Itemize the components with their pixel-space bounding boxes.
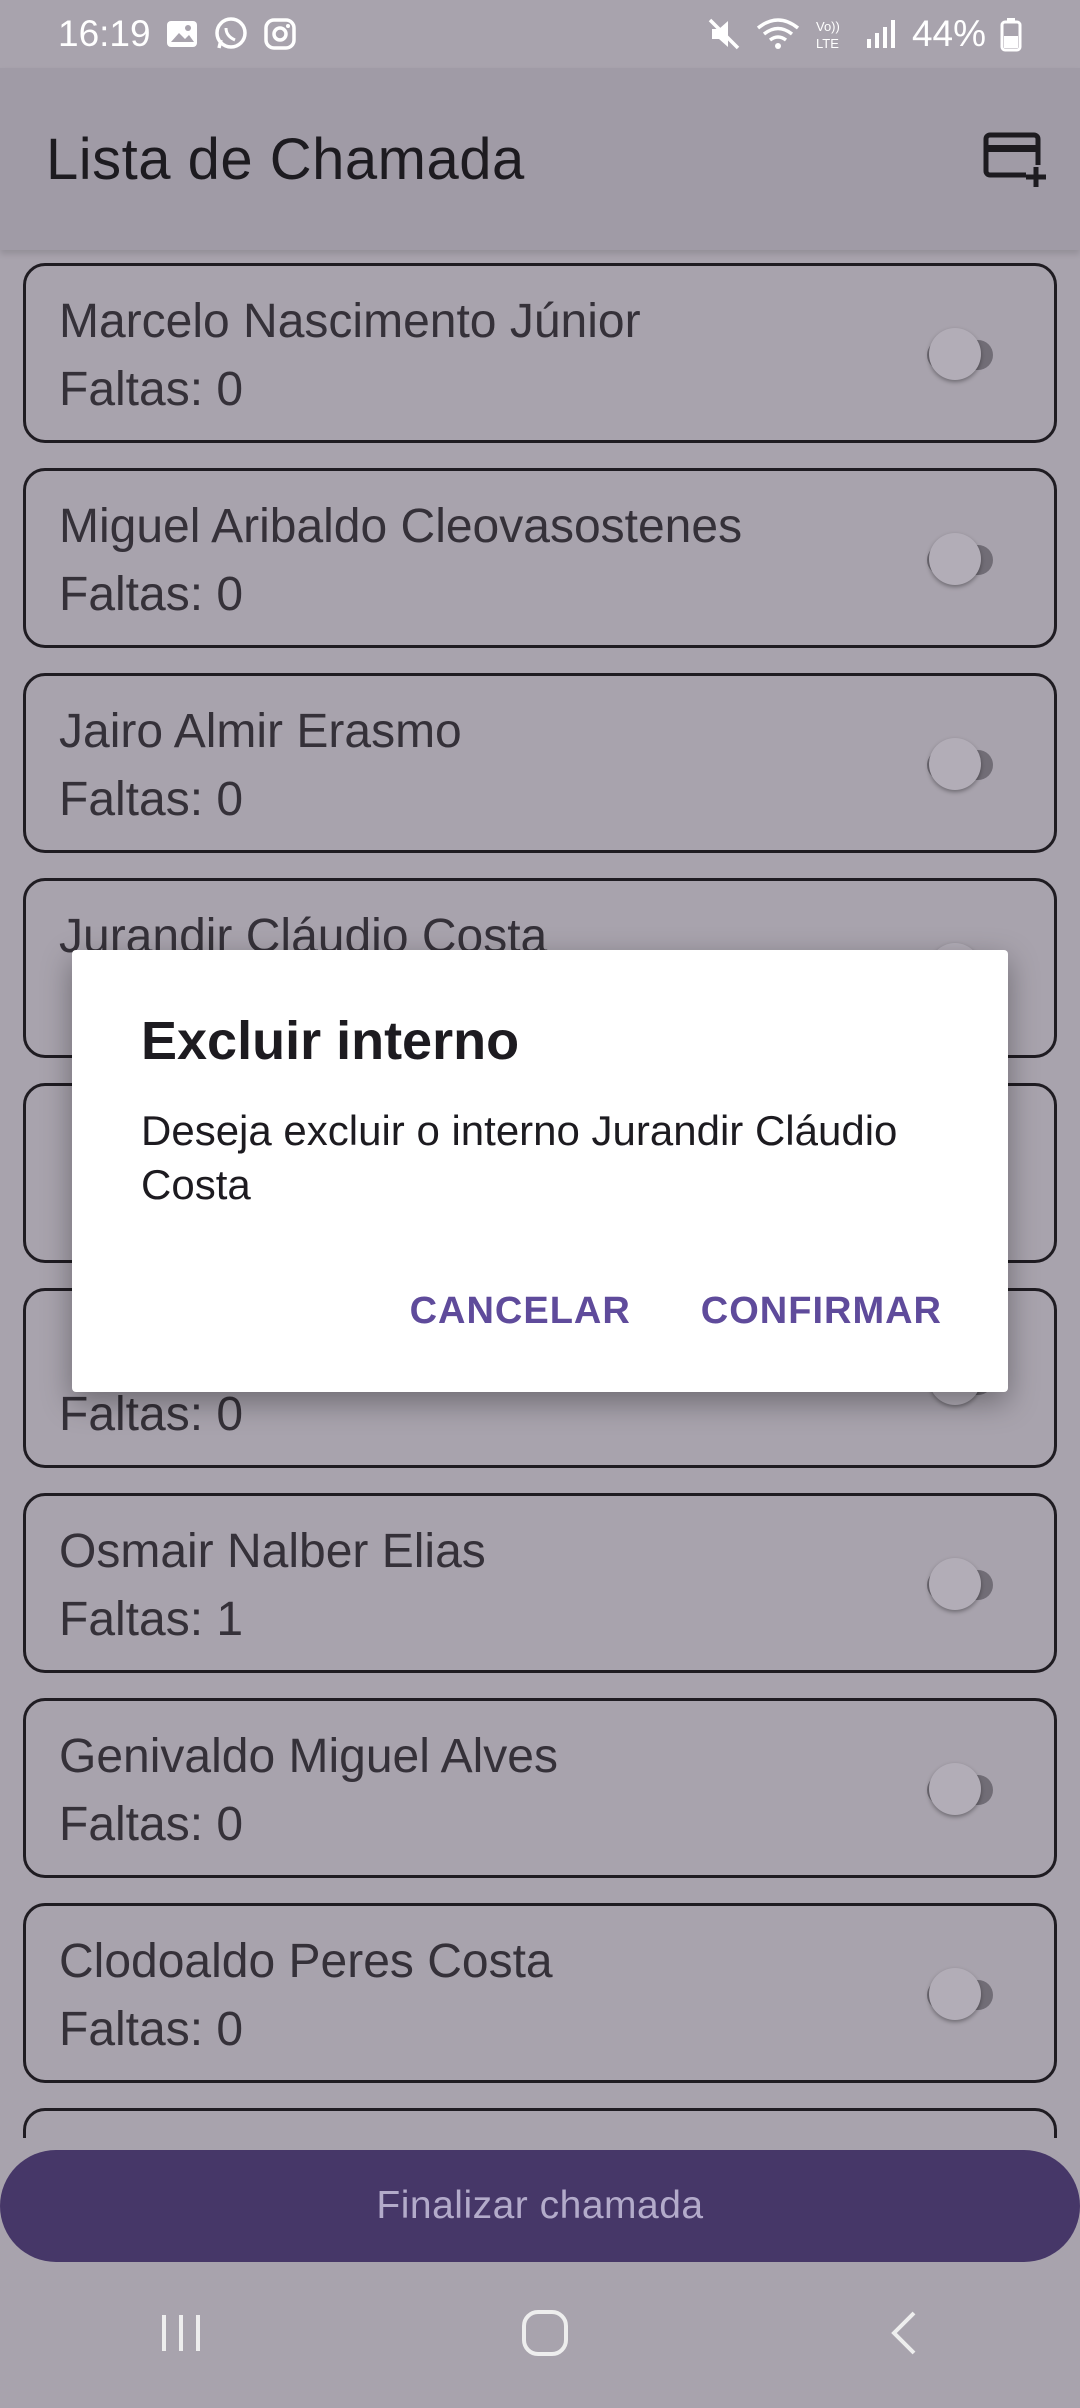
student-name: Jairo Almir Erasmo <box>59 705 462 758</box>
student-name: Marcelo Nascimento Júnior <box>59 295 641 348</box>
instagram-icon <box>263 17 297 51</box>
absence-count: Faltas: 0 <box>59 363 244 416</box>
signal-icon <box>864 17 898 51</box>
presence-toggle[interactable] <box>901 527 1021 591</box>
status-right: Vo)) LTE 44% <box>706 13 1022 55</box>
dialog-title: Excluir interno <box>141 1011 520 1071</box>
back-icon[interactable] <box>884 2307 924 2364</box>
whatsapp-icon <box>213 16 249 52</box>
student-name: Clodoaldo Peres Costa <box>59 1935 553 1988</box>
list-item[interactable]: Jairo Almir Erasmo Faltas: 0 <box>23 673 1057 853</box>
dialog-message: Deseja excluir o interno Jurandir Cláudi… <box>141 1107 898 1208</box>
battery-percentage: 44% <box>911 13 986 54</box>
svg-text:LTE: LTE <box>816 36 839 51</box>
status-left: 16:19 <box>58 13 297 55</box>
recent-apps-icon[interactable] <box>156 2309 206 2362</box>
add-card-button[interactable] <box>980 130 1050 190</box>
status-bar: 16:19 Vo)) LTE 44% <box>0 0 1080 68</box>
presence-toggle[interactable] <box>901 1757 1021 1821</box>
add-card-icon <box>983 132 1046 187</box>
delete-confirmation-dialog: Excluir interno Deseja excluir o interno… <box>72 950 1008 1392</box>
dialog-actions: CANCELAR CONFIRMAR <box>410 1290 942 1333</box>
presence-toggle[interactable] <box>901 732 1021 796</box>
home-icon[interactable] <box>519 2307 571 2364</box>
absence-count: Faltas: 0 <box>59 1388 244 1441</box>
absence-count: Faltas: 1 <box>59 1593 244 1646</box>
list-item[interactable]: Miguel Aribaldo Cleovasostenes Faltas: 0 <box>23 468 1057 648</box>
student-name: Osmair Nalber Elias <box>59 1525 486 1578</box>
finish-attendance-button[interactable]: Finalizar chamada <box>0 2150 1080 2262</box>
presence-toggle[interactable] <box>901 1962 1021 2026</box>
toggle-thumb <box>929 1763 981 1815</box>
student-name: Genivaldo Miguel Alves <box>59 1730 558 1783</box>
toggle-thumb <box>929 1968 981 2020</box>
absence-count: Faltas: 0 <box>59 2003 244 2056</box>
svg-text:Vo)): Vo)) <box>816 19 840 34</box>
app-bar: Lista de Chamada <box>0 68 1080 250</box>
cancel-button[interactable]: CANCELAR <box>410 1290 631 1333</box>
toggle-thumb <box>929 738 981 790</box>
absence-count: Faltas: 0 <box>59 773 244 826</box>
absence-count: Faltas: 0 <box>59 568 244 621</box>
mute-icon <box>706 16 742 52</box>
toggle-thumb <box>929 328 981 380</box>
system-nav-bar <box>0 2262 1080 2408</box>
image-icon <box>165 17 199 51</box>
toggle-thumb <box>929 533 981 585</box>
list-item[interactable]: Clodoaldo Peres Costa Faltas: 0 <box>23 1903 1057 2083</box>
list-item[interactable]: Genivaldo Miguel Alves Faltas: 0 <box>23 1698 1057 1878</box>
list-item[interactable]: Osmair Nalber Elias Faltas: 1 <box>23 1493 1057 1673</box>
volte-icon: Vo)) LTE <box>814 16 850 52</box>
toggle-thumb <box>929 1558 981 1610</box>
page-title: Lista de Chamada <box>46 127 525 192</box>
presence-toggle[interactable] <box>901 322 1021 386</box>
wifi-icon <box>756 16 800 52</box>
list-item[interactable]: Marcelo Nascimento Júnior Faltas: 0 <box>23 263 1057 443</box>
battery-icon <box>1000 16 1022 52</box>
presence-toggle[interactable] <box>901 1552 1021 1616</box>
absence-count: Faltas: 0 <box>59 1798 244 1851</box>
student-name: Miguel Aribaldo Cleovasostenes <box>59 500 743 553</box>
confirm-button[interactable]: CONFIRMAR <box>701 1290 942 1333</box>
list-item-partial[interactable] <box>23 2108 1057 2138</box>
status-time: 16:19 <box>58 13 151 54</box>
